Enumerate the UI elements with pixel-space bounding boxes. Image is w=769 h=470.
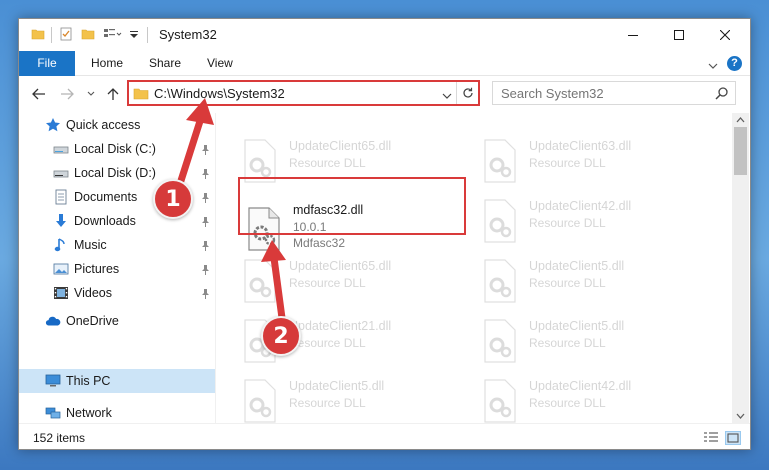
dll-file-icon (484, 259, 516, 303)
scrollbar-thumb[interactable] (734, 127, 747, 175)
list-item[interactable]: UpdateClient63.dll Resource DLL (479, 135, 709, 187)
pin-icon[interactable] (201, 264, 210, 278)
file-description: Mdfasc32 (293, 236, 346, 250)
file-highlight-box (238, 177, 466, 235)
item-count: 152 items (33, 431, 86, 445)
music-icon (53, 237, 69, 253)
ribbon-tabs: File Home Share View ? (19, 51, 750, 76)
sidebar-item-local-disk-d[interactable]: Local Disk (D:) (19, 161, 215, 185)
cloud-icon (45, 313, 61, 329)
recent-locations-button[interactable] (81, 84, 101, 104)
dll-file-icon (484, 319, 516, 363)
sidebar-item-this-pc[interactable]: This PC (19, 369, 215, 393)
pin-icon[interactable] (201, 168, 210, 182)
computer-icon (45, 373, 61, 389)
back-button[interactable] (29, 84, 49, 104)
close-button[interactable] (702, 19, 748, 51)
customize-toolbar-icon[interactable] (103, 27, 122, 41)
properties-icon[interactable] (59, 27, 73, 41)
list-item[interactable]: UpdateClient5.dll Resource DLL (479, 255, 709, 307)
pin-icon[interactable] (201, 240, 210, 254)
dll-file-icon (244, 259, 276, 303)
sidebar-item-local-disk-c[interactable]: Local Disk (C:) (19, 137, 215, 161)
list-item[interactable]: UpdateClient5.dll Resource DLL (239, 375, 469, 423)
list-item[interactable]: UpdateClient42.dll Resource DLL (479, 195, 709, 247)
tab-file[interactable]: File (19, 51, 75, 76)
step-2-badge: 2 (261, 316, 301, 356)
search-box[interactable] (492, 81, 736, 105)
pin-icon[interactable] (201, 288, 210, 302)
minimize-button[interactable] (610, 19, 656, 51)
tab-view[interactable]: View (193, 51, 247, 76)
new-folder-icon[interactable] (81, 27, 95, 41)
dll-file-icon (484, 199, 516, 243)
title-bar: System32 (19, 19, 750, 51)
list-item[interactable]: UpdateClient5.dll Resource DLL (479, 315, 709, 367)
toolbar-separator (147, 27, 148, 43)
videos-icon (53, 285, 69, 301)
status-bar: 152 items (19, 423, 750, 449)
sidebar-item-videos[interactable]: Videos (19, 281, 215, 305)
drive-icon (53, 141, 69, 157)
search-input[interactable] (493, 82, 703, 104)
pictures-icon (53, 261, 69, 277)
sidebar-item-network[interactable]: Network (19, 401, 215, 425)
dll-file-icon (484, 379, 516, 423)
toolbar-separator (51, 27, 52, 43)
dll-file-icon (244, 379, 276, 423)
sidebar-item-quick-access[interactable]: Quick access (19, 113, 215, 137)
download-icon (53, 213, 69, 229)
chevron-down-icon[interactable] (708, 59, 718, 73)
vertical-scrollbar[interactable] (732, 113, 749, 423)
network-icon (45, 405, 61, 421)
window-title: System32 (159, 27, 217, 42)
tab-home[interactable]: Home (77, 51, 137, 76)
up-button[interactable] (103, 84, 123, 104)
maximize-button[interactable] (656, 19, 702, 51)
list-item[interactable]: UpdateClient42.dll Resource DLL (479, 375, 709, 423)
dll-file-icon (484, 139, 516, 183)
pin-icon[interactable] (201, 216, 210, 230)
chevron-down-icon[interactable] (127, 27, 141, 41)
list-item[interactable]: UpdateClient65.dll Resource DLL (239, 255, 469, 307)
address-highlight-box (127, 80, 480, 106)
help-icon[interactable]: ? (727, 56, 742, 71)
pin-icon[interactable] (201, 144, 210, 158)
tab-share[interactable]: Share (135, 51, 195, 76)
documents-icon (53, 189, 69, 205)
pin-icon[interactable] (201, 192, 210, 206)
folder-icon (31, 27, 45, 41)
step-1-badge: 1 (153, 179, 193, 219)
drive-icon (53, 165, 69, 181)
details-view-icon[interactable] (703, 431, 719, 445)
pane-divider[interactable] (215, 113, 216, 423)
forward-button[interactable] (57, 84, 77, 104)
chevron-up-icon (736, 117, 745, 123)
search-icon[interactable] (715, 86, 729, 103)
sidebar-item-pictures[interactable]: Pictures (19, 257, 215, 281)
navigation-pane: Quick access Local Disk (C:) Local Disk … (19, 113, 215, 423)
file-list: UpdateClient65.dll Resource DLL UpdateCl… (217, 113, 732, 423)
sidebar-item-music[interactable]: Music (19, 233, 215, 257)
chevron-down-icon (736, 413, 745, 419)
star-icon (45, 117, 61, 133)
sidebar-item-onedrive[interactable]: OneDrive (19, 309, 215, 333)
large-icons-view-icon[interactable] (725, 431, 741, 445)
